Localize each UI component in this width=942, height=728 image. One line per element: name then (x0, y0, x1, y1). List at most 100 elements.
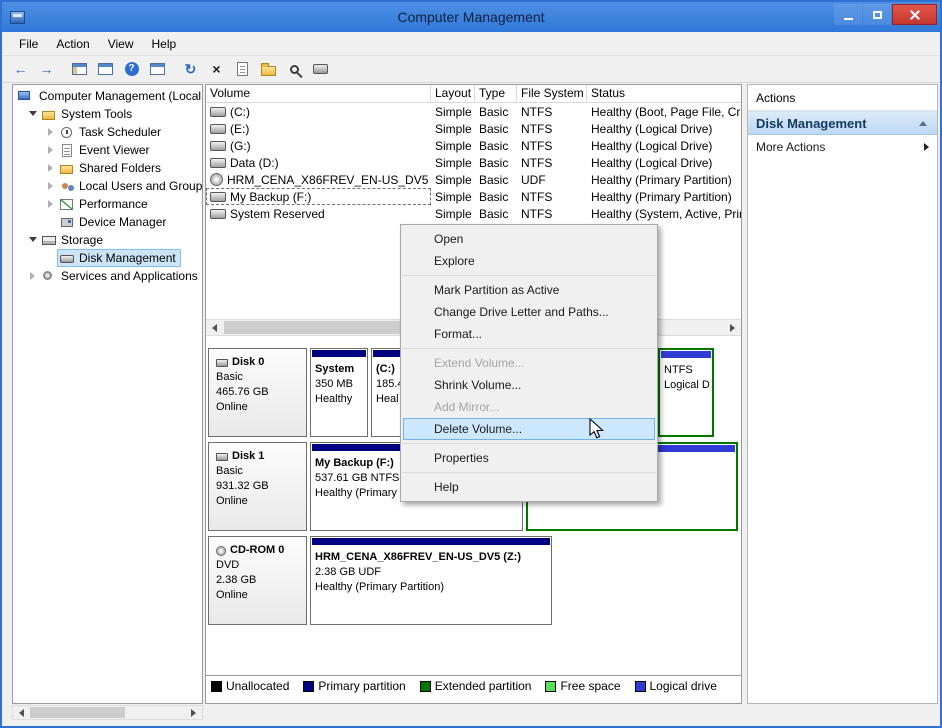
console-window-icon[interactable] (93, 58, 118, 81)
tree-item-shared-folders[interactable]: Shared Folders (13, 159, 202, 177)
legend-free-space: Free space (545, 679, 621, 693)
scroll-right-button[interactable] (185, 706, 202, 719)
menu-separator (402, 348, 656, 349)
more-actions[interactable]: More Actions (748, 135, 937, 159)
volume-row-z[interactable]: HRM_CENA_X86FREV_EN-US_DV5 (Z:) Simple B… (206, 171, 741, 188)
scroll-right-button[interactable] (724, 320, 741, 335)
mouse-cursor (587, 417, 607, 445)
expander-icon[interactable] (45, 198, 57, 210)
menu-separator (402, 472, 656, 473)
menu-item-help[interactable]: Help (403, 476, 655, 498)
col-file-system[interactable]: File System (517, 85, 587, 102)
expander-icon[interactable] (27, 108, 39, 120)
actions-pane: Actions Disk Management More Actions (747, 84, 938, 704)
expander-icon[interactable] (27, 270, 39, 282)
col-type[interactable]: Type (475, 85, 517, 102)
disk-0-info[interactable]: Disk 0 Basic 465.76 GB Online (208, 348, 307, 437)
drive-icon (216, 358, 228, 367)
system-tools-icon (42, 108, 57, 121)
refresh-icon[interactable]: ↻ (178, 58, 203, 81)
tree-item-system-tools[interactable]: System Tools (13, 105, 202, 123)
tree-item-device-manager[interactable]: Device Manager (13, 213, 202, 231)
menu-item-add-mirror: Add Mirror... (434, 400, 500, 414)
partition-logical-disk0[interactable]: NTFS Logical D (658, 348, 714, 437)
console-tree: Computer Management (Local System Tools … (12, 84, 203, 704)
computer-management-window: Computer Management File Action View Hel… (0, 0, 942, 728)
menu-item-change-drive-letter[interactable]: Change Drive Letter and Paths... (403, 301, 655, 323)
drive-icon (210, 191, 226, 202)
logical-drive-swatch (634, 680, 646, 692)
menu-item-delete-volume[interactable]: Delete Volume... (403, 418, 655, 440)
volume-row-e[interactable]: (E:) Simple Basic NTFS Healthy (Logical … (206, 120, 741, 137)
tree-item-disk-management[interactable]: Disk Management (13, 249, 202, 267)
col-layout[interactable]: Layout (431, 85, 475, 102)
device-manager-icon (60, 216, 75, 229)
tree-hscrollbar (12, 705, 203, 720)
partition-z[interactable]: HRM_CENA_X86FREV_EN-US_DV5 (Z:) 2.38 GB … (310, 536, 552, 625)
drive-icon (210, 123, 226, 134)
menu-view[interactable]: View (99, 34, 143, 54)
help-icon[interactable]: ? (119, 58, 144, 81)
volume-row-my-backup-f[interactable]: My Backup (F:) Simple Basic NTFS Healthy… (206, 188, 741, 205)
menu-item-mark-partition-active[interactable]: Mark Partition as Active (403, 279, 655, 301)
extended-partition-swatch (419, 680, 431, 692)
chevron-up-icon[interactable] (919, 120, 927, 126)
col-volume[interactable]: Volume (206, 85, 431, 102)
menu-item-properties[interactable]: Properties (403, 447, 655, 469)
delete-icon[interactable]: × (204, 58, 229, 81)
scroll-left-button[interactable] (13, 706, 30, 719)
close-button[interactable] (892, 4, 937, 25)
col-status[interactable]: Status (587, 85, 741, 102)
users-groups-icon (60, 180, 75, 193)
tree-item-services-and-applications[interactable]: Services and Applications (13, 267, 202, 285)
expander-icon[interactable] (45, 126, 57, 138)
storage-icon (42, 234, 57, 247)
cd-icon (210, 173, 223, 186)
actions-disk-management-header[interactable]: Disk Management (748, 111, 937, 135)
disk-icon[interactable] (308, 58, 333, 81)
menu-item-explore[interactable]: Explore (403, 250, 655, 272)
menu-action[interactable]: Action (47, 34, 98, 54)
scrollbar-thumb[interactable] (30, 707, 125, 718)
forward-icon[interactable]: → (34, 58, 59, 81)
volume-row-g[interactable]: (G:) Simple Basic NTFS Healthy (Logical … (206, 137, 741, 154)
menu-item-open[interactable]: Open (403, 228, 655, 250)
back-icon[interactable]: ← (8, 58, 33, 81)
tree-item-task-scheduler[interactable]: Task Scheduler (13, 123, 202, 141)
show-console-tree-icon[interactable] (67, 58, 92, 81)
expander-icon[interactable] (45, 180, 57, 192)
tree-item-event-viewer[interactable]: Event Viewer (13, 141, 202, 159)
zoom-icon[interactable] (282, 58, 307, 81)
drive-icon (216, 452, 228, 461)
volume-row-data-d[interactable]: Data (D:) Simple Basic NTFS Healthy (Log… (206, 154, 741, 171)
tree-item-performance[interactable]: Performance (13, 195, 202, 213)
scroll-left-button[interactable] (206, 320, 223, 335)
menu-item-shrink-volume[interactable]: Shrink Volume... (403, 374, 655, 396)
drive-icon (210, 140, 226, 151)
drive-icon (210, 106, 226, 117)
expander-icon[interactable] (27, 234, 39, 246)
open-folder-icon[interactable] (256, 58, 281, 81)
properties-icon[interactable] (230, 58, 255, 81)
tree-item-local-users-and-groups[interactable]: Local Users and Groups (13, 177, 202, 195)
tree-item-storage[interactable]: Storage (13, 231, 202, 249)
menu-help[interactable]: Help (143, 34, 186, 54)
volume-row-c[interactable]: (C:) Simple Basic NTFS Healthy (Boot, Pa… (206, 103, 741, 120)
partition-system[interactable]: System 350 MB Healthy (310, 348, 368, 437)
menu-separator (402, 443, 656, 444)
expander-icon[interactable] (45, 144, 57, 156)
chevron-right-icon (924, 143, 929, 151)
console-window-2-icon[interactable] (145, 58, 170, 81)
maximize-button[interactable] (863, 4, 891, 25)
minimize-button[interactable] (834, 4, 862, 25)
volume-row-system-reserved[interactable]: System Reserved Simple Basic NTFS Health… (206, 205, 741, 222)
menu-item-format[interactable]: Format... (403, 323, 655, 345)
legend-primary-partition: Primary partition (303, 679, 406, 693)
menu-item-extend-volume: Extend Volume... (434, 356, 525, 370)
titlebar: Computer Management (2, 2, 940, 32)
expander-icon[interactable] (45, 162, 57, 174)
tree-item-computer-management[interactable]: Computer Management (Local (13, 87, 202, 105)
menu-file[interactable]: File (10, 34, 47, 54)
disk-1-info[interactable]: Disk 1 Basic 931.32 GB Online (208, 442, 307, 531)
cdrom-0-info[interactable]: CD-ROM 0 DVD 2.38 GB Online (208, 536, 307, 625)
